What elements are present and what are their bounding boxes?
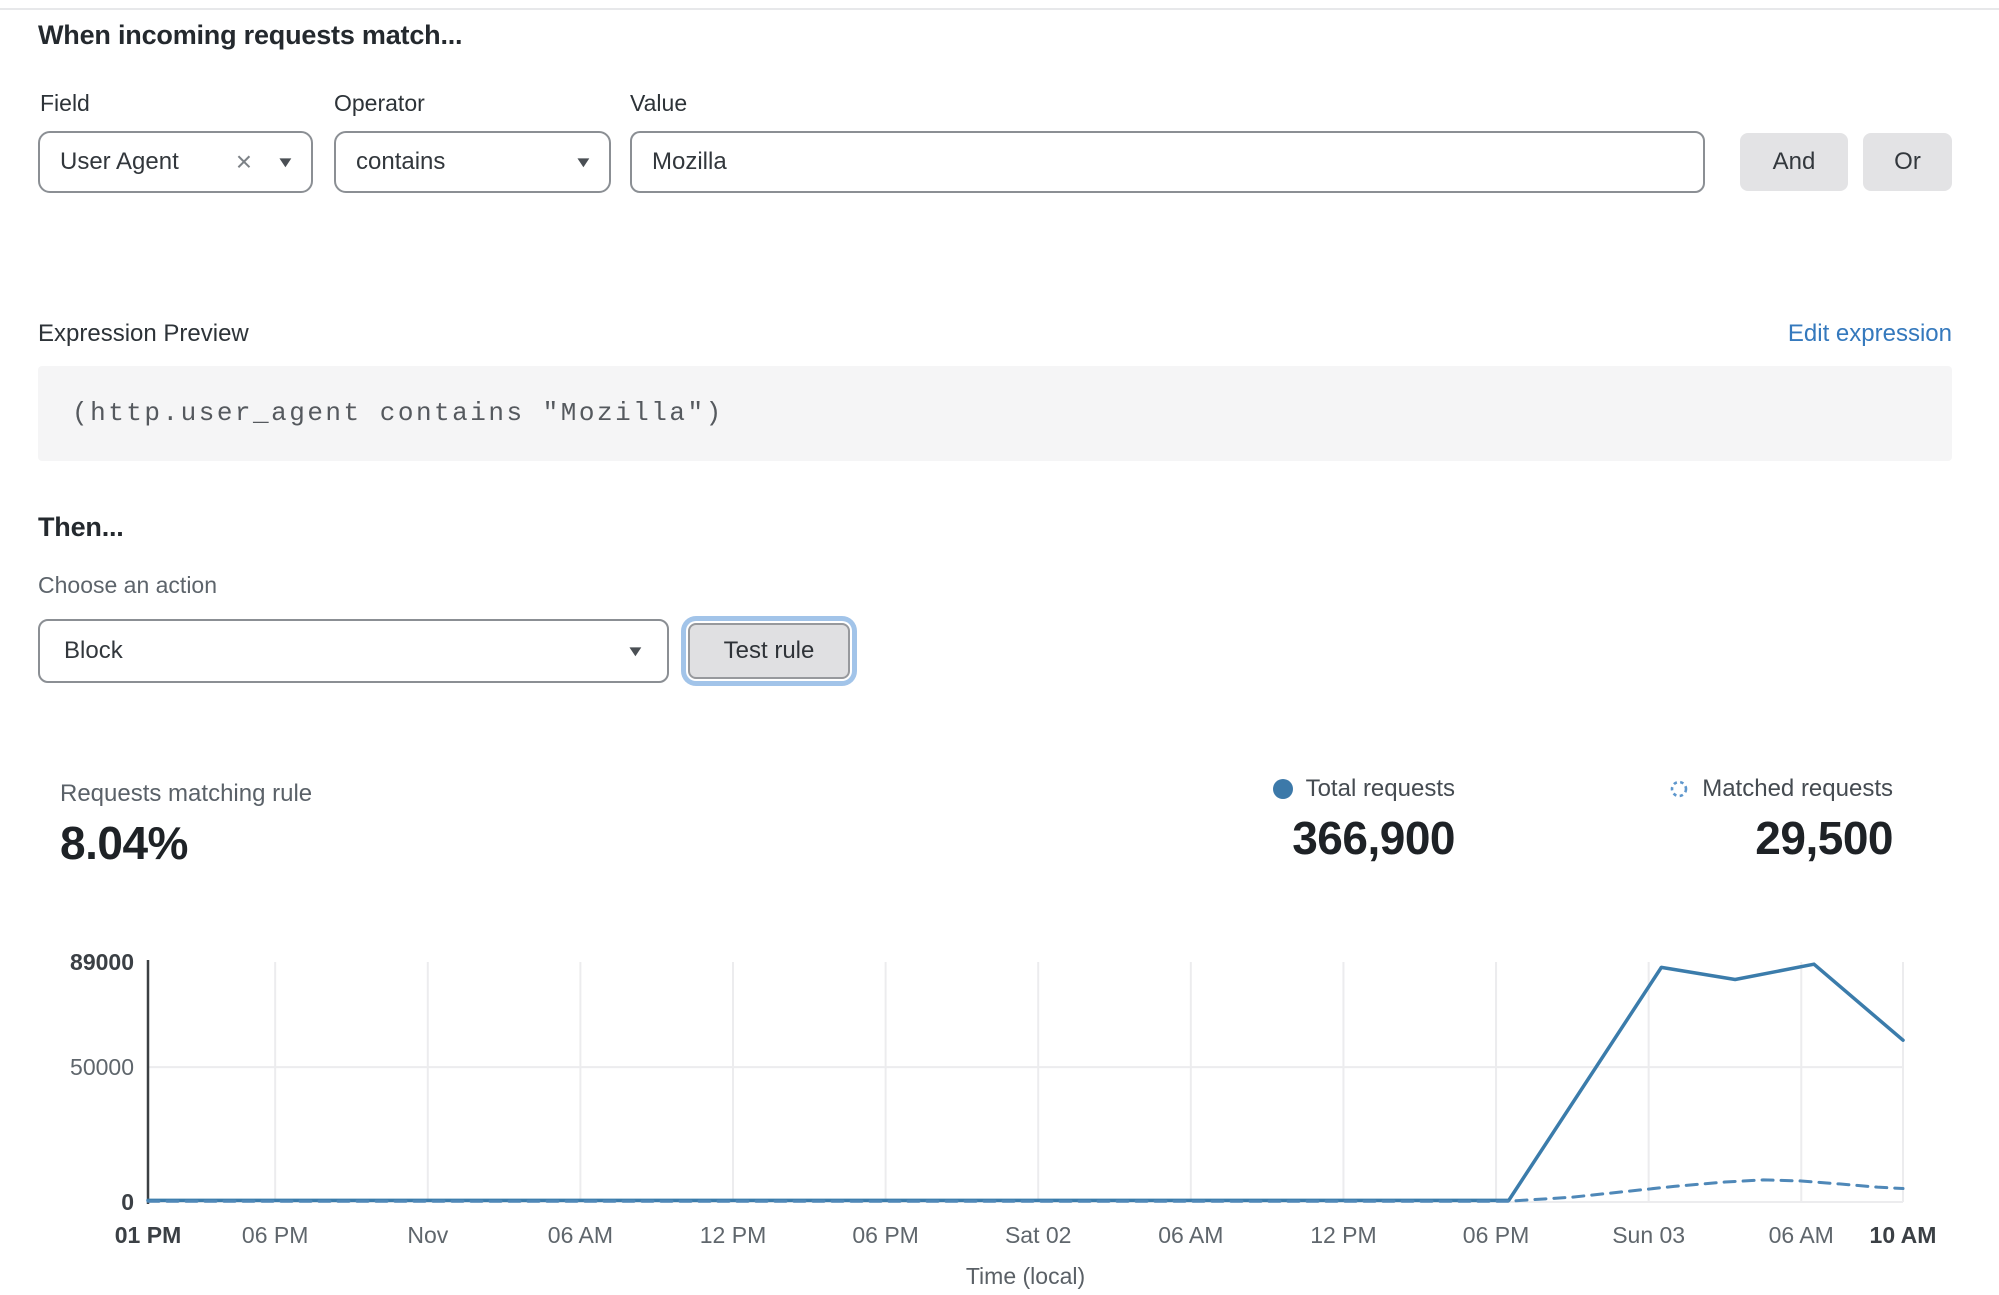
svg-text:06 PM: 06 PM bbox=[852, 1222, 918, 1248]
svg-text:Sat 02: Sat 02 bbox=[1005, 1222, 1072, 1248]
svg-text:10 AM: 10 AM bbox=[1870, 1222, 1937, 1248]
svg-text:12 PM: 12 PM bbox=[700, 1222, 766, 1248]
svg-text:50000: 50000 bbox=[70, 1054, 134, 1080]
svg-text:89000: 89000 bbox=[70, 949, 134, 975]
svg-text:06 AM: 06 AM bbox=[548, 1222, 613, 1248]
svg-text:01 PM: 01 PM bbox=[115, 1222, 181, 1248]
svg-text:06 PM: 06 PM bbox=[242, 1222, 308, 1248]
svg-text:Sun 03: Sun 03 bbox=[1612, 1222, 1685, 1248]
firewall-rule-builder-screen: When incoming requests match... Field Op… bbox=[0, 0, 1999, 1295]
svg-text:Nov: Nov bbox=[407, 1222, 448, 1248]
svg-text:0: 0 bbox=[121, 1189, 134, 1215]
svg-text:06 AM: 06 AM bbox=[1769, 1222, 1834, 1248]
svg-text:12 PM: 12 PM bbox=[1310, 1222, 1376, 1248]
requests-chart: 89000 50000 0 01 PM 06 PM Nov 06 AM 12 PM 06 PM S… bbox=[0, 0, 1999, 1295]
svg-text:06 PM: 06 PM bbox=[1463, 1222, 1529, 1248]
svg-text:06 AM: 06 AM bbox=[1158, 1222, 1223, 1248]
svg-text:Time (local): Time (local) bbox=[966, 1263, 1085, 1289]
